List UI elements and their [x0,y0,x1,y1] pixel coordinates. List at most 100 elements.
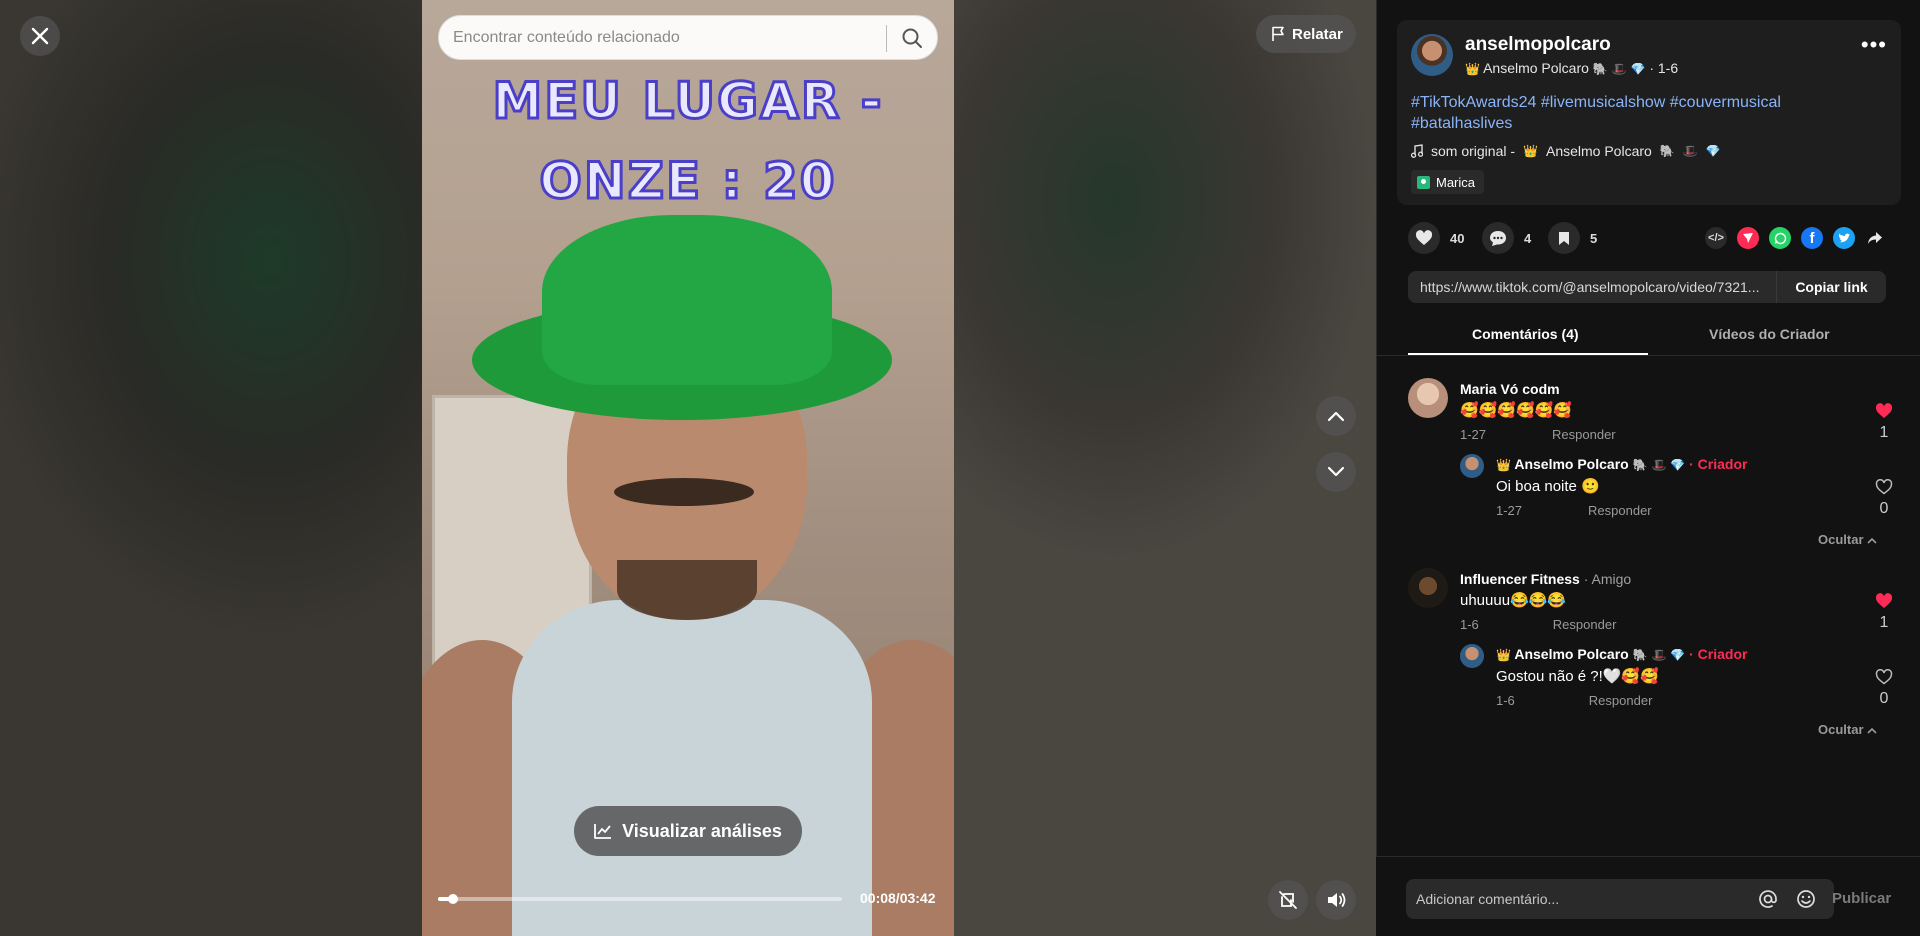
share-arrow-icon[interactable] [1864,227,1886,249]
comment-like-count: 1 [1879,424,1889,441]
reply-author-row: 👑 Anselmo Polcaro 🐘 🎩 💎 · Criador [1496,456,1747,472]
comment-bubble-icon [1482,222,1514,254]
author-username[interactable]: anselmopolcaro [1465,34,1611,56]
figure-shirt [512,600,872,936]
commenter-avatar[interactable] [1408,378,1448,418]
volume-icon [1328,893,1346,907]
commenter-name[interactable]: Maria Vó codm [1460,381,1560,397]
twitter-icon[interactable] [1833,227,1855,249]
hide-replies-button[interactable]: Ocultar [1818,722,1877,737]
commenter-avatar[interactable] [1408,568,1448,608]
save-count: 5 [1590,230,1598,246]
reply-like-count: 0 [1879,690,1889,707]
search-divider [886,25,887,52]
hide-replies-button[interactable]: Ocultar [1818,532,1877,547]
floating-player-button[interactable] [1268,880,1308,920]
chevron-down-icon [1327,466,1345,477]
more-icon: ••• [1860,32,1887,57]
gem-icon: 💎 [1670,648,1686,662]
comment-date: 1-27 [1460,427,1487,442]
creator-badge: · Criador [1689,646,1748,662]
view-analytics-button[interactable]: Visualizar análises [574,806,802,856]
post-comment-button[interactable]: Publicar [1832,890,1891,907]
video-link-url[interactable]: https://www.tiktok.com/@anselmopolcaro/v… [1420,279,1790,295]
reply-avatar[interactable] [1460,454,1484,478]
heart-outline-icon [1875,669,1893,685]
comment-meta: 1-27 Responder [1460,427,1616,442]
video-info-card: anselmopolcaro 👑 Anselmo Polcaro 🐘 🎩 💎 ·… [1397,20,1901,205]
reply-button[interactable]: Responder [1589,693,1653,708]
next-video-button[interactable] [1316,452,1356,492]
save-button[interactable]: 5 [1548,222,1597,254]
mention-icon[interactable] [1758,889,1778,909]
chart-icon [594,824,612,839]
close-button[interactable] [20,16,60,56]
reply-button[interactable]: Responder [1552,427,1616,442]
previous-video-button[interactable] [1316,396,1356,436]
music-artist: Anselmo Polcaro [1545,143,1652,159]
more-options-button[interactable]: ••• [1861,34,1887,56]
heart-filled-icon [1875,593,1893,608]
video-progress-bar[interactable] [438,894,842,904]
facebook-icon[interactable]: f [1801,227,1823,249]
chevron-up-icon [1327,411,1345,422]
hat-icon: 🎩 [1651,648,1667,662]
author-nickname[interactable]: Anselmo Polcaro [1483,60,1589,76]
comment-like-button[interactable]: 1 [1872,403,1896,442]
whatsapp-icon[interactable] [1769,227,1791,249]
tab-creator-videos[interactable]: Vídeos do Criador [1709,326,1830,342]
comment-input[interactable] [1416,879,1746,919]
reply-button[interactable]: Responder [1588,503,1652,518]
comment-button[interactable]: 4 [1482,222,1531,254]
figure-beard [617,560,757,620]
copy-link-button[interactable]: Copiar link [1776,271,1886,303]
comment-like-button[interactable]: 1 [1872,593,1896,632]
video-caption-hashtags[interactable]: #TikTokAwards24 #livemusicalshow #couver… [1411,92,1881,134]
comment-meta: 1-6 Responder [1460,617,1616,632]
comment-like-count: 1 [1879,614,1889,631]
report-button[interactable]: Relatar [1256,15,1356,53]
chevron-up-icon [1867,537,1877,544]
heart-outline-icon [1875,479,1893,495]
blurred-background [954,0,1376,936]
emoji-icon[interactable] [1796,889,1816,909]
reply-like-button[interactable]: 0 [1872,669,1896,708]
crown-icon: 👑 [1496,458,1511,472]
reply-like-button[interactable]: 0 [1872,479,1896,518]
reply-avatar[interactable] [1460,644,1484,668]
elephant-icon: 🐘 [1632,458,1648,472]
hat-icon: 🎩 [1682,144,1698,158]
elephant-icon: 🐘 [1659,144,1675,158]
reply-author-name[interactable]: Anselmo Polcaro [1514,646,1628,662]
analytics-label: Visualizar análises [622,820,782,841]
crown-icon: 👑 [1523,144,1538,158]
progress-handle[interactable] [447,894,458,904]
crown-icon: 👑 [1496,648,1511,662]
send-to-friends-icon[interactable] [1737,227,1759,249]
location-tag[interactable]: Marica [1411,170,1485,194]
gem-icon: 💎 [1670,458,1686,472]
active-tab-indicator [1408,353,1648,355]
embed-icon[interactable]: </> [1705,227,1727,249]
comment-item: Maria Vó codm 🥰🥰🥰🥰🥰🥰 1-27 Responder 1 👑 A… [1408,378,1893,548]
comment-item: Influencer Fitness · Amigo uhuuuu😂😂😂 1-6… [1408,568,1893,738]
gem-icon: 💎 [1630,62,1646,76]
search-bar[interactable] [438,15,938,60]
video-player[interactable]: MEU LUGAR - ONZE : 20 [422,0,954,936]
search-icon[interactable] [901,27,923,49]
reply-meta: 1-27 Responder [1496,503,1652,518]
author-avatar[interactable] [1411,34,1453,76]
reply-author-name[interactable]: Anselmo Polcaro [1514,456,1628,472]
music-info[interactable]: som original - 👑 Anselmo Polcaro 🐘 🎩 💎 [1411,143,1721,159]
reply-author-row: 👑 Anselmo Polcaro 🐘 🎩 💎 · Criador [1496,646,1747,662]
like-button[interactable]: 40 [1408,222,1464,254]
reply-button[interactable]: Responder [1553,617,1617,632]
reply-date: 1-27 [1496,503,1523,518]
search-input[interactable] [453,16,873,59]
commenter-name[interactable]: Influencer Fitness · Amigo [1460,571,1631,587]
comment-input-box[interactable] [1406,879,1834,919]
volume-button[interactable] [1316,880,1356,920]
close-icon [31,27,49,45]
elephant-icon: 🐘 [1632,648,1648,662]
tab-comments[interactable]: Comentários (4) [1472,326,1579,342]
